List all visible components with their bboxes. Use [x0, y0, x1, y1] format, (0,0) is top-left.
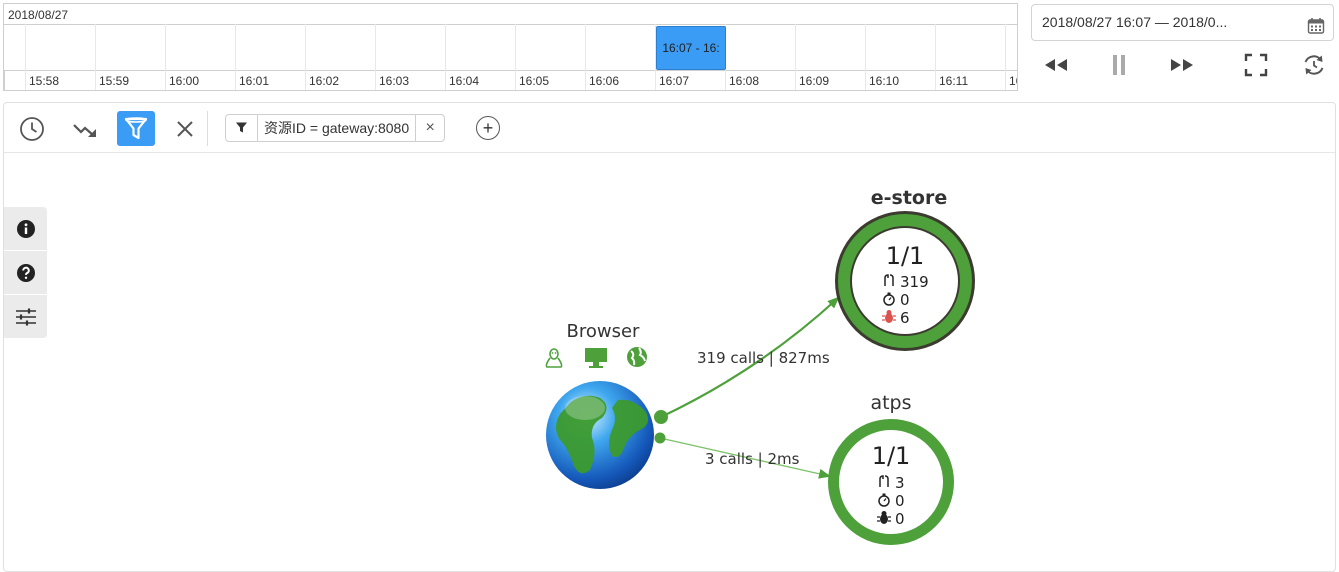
- node-errors: 6: [900, 309, 910, 327]
- node-calls: 3: [895, 474, 905, 492]
- browser-label: Browser: [567, 321, 641, 342]
- node-errors: 0: [895, 510, 905, 528]
- node-time: 0: [895, 492, 905, 510]
- node-calls: 319: [900, 273, 929, 291]
- browser-node[interactable]: Browser: [545, 321, 654, 489]
- earth-highlight: [565, 396, 605, 420]
- service-node-atps[interactable]: atps 1/1 3 0 0: [828, 392, 954, 545]
- topology-graph: 319 calls | 827ms 3 calls | 2ms Browser …: [545, 187, 975, 545]
- edge-source-dot: [654, 432, 666, 444]
- edge-label: 319 calls | 827ms: [697, 349, 830, 367]
- desktop-icon: [585, 348, 607, 368]
- service-node-estore[interactable]: e-store 1/1 319 0 6: [835, 187, 975, 351]
- node-name: atps: [870, 392, 911, 414]
- globe-icon: [627, 347, 647, 367]
- edge-label: 3 calls | 2ms: [705, 450, 800, 468]
- linux-icon: [545, 348, 563, 368]
- node-ratio: 1/1: [886, 242, 925, 270]
- node-time: 0: [900, 291, 910, 309]
- edge-source-dot: [654, 410, 668, 424]
- node-ratio: 1/1: [872, 442, 911, 470]
- node-name: e-store: [871, 187, 947, 209]
